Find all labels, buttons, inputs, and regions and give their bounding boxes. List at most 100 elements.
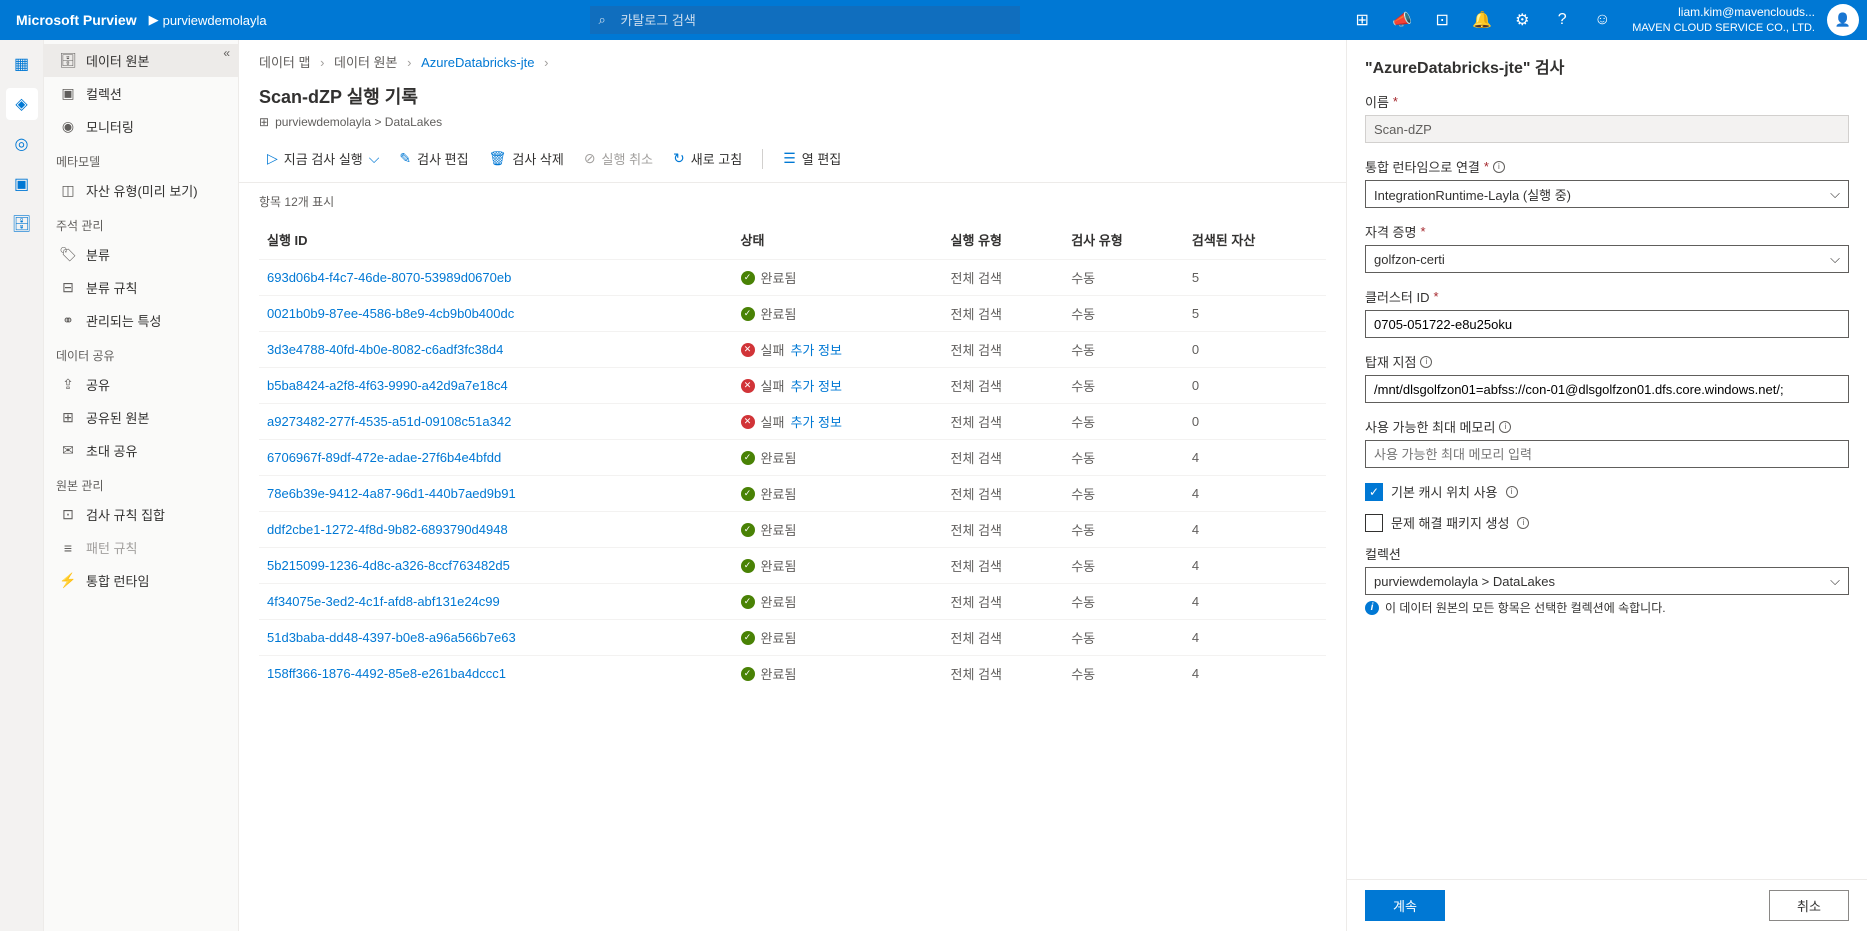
notifications-icon[interactable]: 🔔 — [1464, 0, 1500, 40]
page-title: Scan-dZP 실행 기록 — [259, 83, 1326, 109]
info-icon[interactable]: i — [1499, 421, 1511, 433]
sidebar-item-sharedsrc[interactable]: ⊞공유된 원본 — [44, 401, 238, 434]
run-id-link[interactable]: 78e6b39e-9412-4a87-96d1-440b7aed9b91 — [267, 486, 516, 501]
item-count: 항목 12개 표시 — [239, 183, 1346, 220]
user-info[interactable]: liam.kim@mavenclouds... MAVEN CLOUD SERV… — [1624, 5, 1823, 35]
chevron-down-icon: ⌵ — [1830, 186, 1840, 202]
assets-cell: 4 — [1184, 476, 1326, 512]
status-cell: ✓완료됨 — [733, 440, 943, 476]
run-id-link[interactable]: 4f34075e-3ed2-4c1f-afd8-abf131e24c99 — [267, 594, 500, 609]
info-icon[interactable]: i — [1420, 356, 1432, 368]
runtype-cell: 전체 검색 — [943, 440, 1064, 476]
status-cell: ✓완료됨 — [733, 548, 943, 584]
sidebar-item-pattern[interactable]: ≡패턴 규칙 — [44, 531, 238, 564]
collapse-icon[interactable]: « — [223, 46, 230, 60]
feedback-icon[interactable]: ⊡ — [1424, 0, 1460, 40]
info-icon[interactable]: i — [1517, 517, 1529, 529]
breadcrumb-3[interactable]: AzureDatabricks-jte — [421, 55, 534, 70]
sidebar-item-invite[interactable]: ✉초대 공유 — [44, 434, 238, 467]
delete-scan-button[interactable]: 🗑검사 삭제 — [481, 145, 572, 172]
person-icon[interactable]: ☺ — [1584, 0, 1620, 40]
breadcrumb-2[interactable]: 데이터 원본 — [334, 55, 397, 70]
avatar[interactable]: 👤 — [1827, 4, 1859, 36]
toolbar: ▷지금 검사 실행⌵ ✎검사 편집 🗑검사 삭제 ⊘실행 취소 ↻새로 고침 ☰… — [239, 135, 1346, 183]
edit-scan-button[interactable]: ✎검사 편집 — [391, 145, 476, 172]
run-id-link[interactable]: 6706967f-89df-472e-adae-27f6b4e4bfdd — [267, 450, 501, 465]
scanrules-icon: ⊡ — [60, 507, 76, 523]
sidebar-item-sources[interactable]: 🗄데이터 원본 — [44, 44, 238, 77]
edit-columns-button[interactable]: ☰열 편집 — [775, 145, 849, 172]
rail-policy-icon[interactable]: ▣ — [6, 168, 38, 200]
scantype-cell: 수동 — [1063, 656, 1184, 692]
status-cell: ✓완료됨 — [733, 476, 943, 512]
th-runtype[interactable]: 실행 유형 — [943, 220, 1064, 260]
scan-history-table: 실행 ID 상태 실행 유형 검사 유형 검색된 자산 693d06b4-f4c… — [259, 220, 1326, 691]
run-scan-button[interactable]: ▷지금 검사 실행⌵ — [259, 145, 387, 172]
collection-select[interactable]: purviewdemolayla > DataLakes⌵ — [1365, 567, 1849, 595]
announce-icon[interactable]: 📣 — [1384, 0, 1420, 40]
workspace-name[interactable]: purviewdemolayla — [163, 13, 267, 28]
fail-icon: ✕ — [741, 415, 755, 429]
chevron-down-icon: ⌵ — [1830, 251, 1840, 267]
collection-info: 이 데이터 원본의 모든 항목은 선택한 컬렉션에 속합니다. — [1385, 599, 1666, 616]
troubleshoot-checkbox[interactable] — [1365, 514, 1383, 532]
settings-icon[interactable]: ⚙ — [1504, 0, 1540, 40]
memory-input[interactable] — [1365, 440, 1849, 468]
cluster-input[interactable] — [1365, 310, 1849, 338]
th-assets[interactable]: 검색된 자산 — [1184, 220, 1326, 260]
teams-icon[interactable]: ⊞ — [1344, 0, 1380, 40]
more-info-link[interactable]: 추가 정보 — [790, 376, 841, 395]
sidebar-item-scanrules[interactable]: ⊡검사 규칙 집합 — [44, 498, 238, 531]
info-icon[interactable]: i — [1506, 486, 1518, 498]
sidebar-item-monitoring[interactable]: ◉모니터링 — [44, 110, 238, 143]
status-cell: ✕실패 추가 정보 — [733, 404, 943, 440]
sidebar-item-assettypes[interactable]: ◫자산 유형(미리 보기) — [44, 174, 238, 207]
run-id-link[interactable]: 0021b0b9-87ee-4586-b8e9-4cb9b0b400dc — [267, 306, 514, 321]
more-info-link[interactable]: 추가 정보 — [790, 340, 841, 359]
sidebar-section-share: 데이터 공유 — [44, 337, 238, 368]
sidebar-item-classifyrules[interactable]: ⊟분류 규칙 — [44, 271, 238, 304]
sub-path: ⊞ purviewdemolayla > DataLakes — [259, 115, 1326, 129]
rail-catalog-icon[interactable]: ▦ — [6, 48, 38, 80]
sidebar-item-collections[interactable]: ▣컬렉션 — [44, 77, 238, 110]
continue-button[interactable]: 계속 — [1365, 890, 1445, 921]
run-id-link[interactable]: 158ff366-1876-4492-85e8-e261ba4dccc1 — [267, 666, 506, 681]
cred-select[interactable]: golfzon-certi⌵ — [1365, 245, 1849, 273]
breadcrumb-1[interactable]: 데이터 맵 — [259, 55, 310, 70]
cache-checkbox[interactable]: ✓ — [1365, 483, 1383, 501]
th-scantype[interactable]: 검사 유형 — [1063, 220, 1184, 260]
database-icon: 🗄 — [60, 53, 76, 69]
refresh-button[interactable]: ↻새로 고침 — [665, 145, 750, 172]
assets-cell: 4 — [1184, 620, 1326, 656]
run-id-link[interactable]: 51d3baba-dd48-4397-b0e8-a96a566b7e63 — [267, 630, 516, 645]
run-id-link[interactable]: 693d06b4-f4c7-46de-8070-53989d0670eb — [267, 270, 511, 285]
help-icon[interactable]: ? — [1544, 0, 1580, 40]
catalog-search-input[interactable] — [590, 6, 1020, 34]
rail-map-icon[interactable]: ◈ — [6, 88, 38, 120]
more-info-link[interactable]: 추가 정보 — [790, 412, 841, 431]
sidebar-item-runtime[interactable]: ⚡통합 런타임 — [44, 564, 238, 597]
runtype-cell: 전체 검색 — [943, 260, 1064, 296]
th-id[interactable]: 실행 ID — [259, 220, 733, 260]
rail-insights-icon[interactable]: ◎ — [6, 128, 38, 160]
runtime-select[interactable]: IntegrationRuntime-Layla (실행 중)⌵ — [1365, 180, 1849, 208]
assets-cell: 4 — [1184, 440, 1326, 476]
assets-cell: 5 — [1184, 260, 1326, 296]
run-id-link[interactable]: 3d3e4788-40fd-4b0e-8082-c6adf3fc38d4 — [267, 342, 503, 357]
attr-icon: ⚭ — [60, 313, 76, 329]
sidebar-item-share[interactable]: ⇪공유 — [44, 368, 238, 401]
runtype-cell: 전체 검색 — [943, 512, 1064, 548]
mount-input[interactable] — [1365, 375, 1849, 403]
run-id-link[interactable]: a9273482-277f-4535-a51d-09108c51a342 — [267, 414, 511, 429]
sidebar-item-managedattr[interactable]: ⚭관리되는 특성 — [44, 304, 238, 337]
scantype-cell: 수동 — [1063, 548, 1184, 584]
info-icon[interactable]: i — [1493, 161, 1505, 173]
cancel-button[interactable]: 취소 — [1769, 890, 1849, 921]
sidebar-item-classify[interactable]: 🏷분류 — [44, 238, 238, 271]
run-id-link[interactable]: b5ba8424-a2f8-4f63-9990-a42d9a7e18c4 — [267, 378, 508, 393]
th-status[interactable]: 상태 — [733, 220, 943, 260]
product-logo[interactable]: Microsoft Purview — [8, 12, 145, 28]
rail-manage-icon[interactable]: 🗄 — [6, 208, 38, 240]
run-id-link[interactable]: 5b215099-1236-4d8c-a326-8ccf763482d5 — [267, 558, 510, 573]
run-id-link[interactable]: ddf2cbe1-1272-4f8d-9b82-6893790d4948 — [267, 522, 508, 537]
